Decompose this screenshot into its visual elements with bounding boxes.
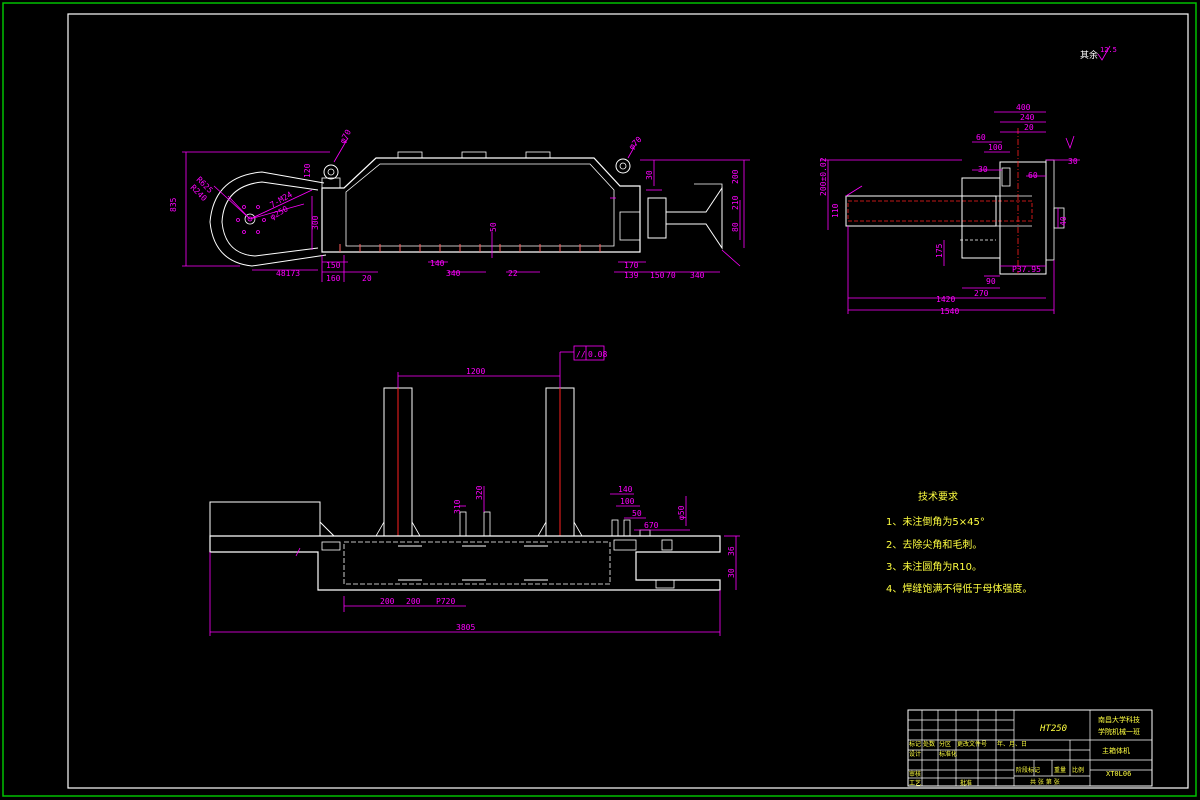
tech-notes: 技术要求 1、未注倒角为5×45° 2、去除尖角和毛刺。 3、未注圆角为R10。… <box>886 490 1032 595</box>
tb-r2c0: 审核 <box>909 770 921 778</box>
dim-210: 210 <box>731 195 740 210</box>
front-dim-200a: 200 <box>380 597 395 606</box>
dim-80: 80 <box>731 222 740 232</box>
side-dim-175: 175 <box>935 243 944 258</box>
tb-sheet: 共 张 第 张 <box>1030 778 1060 786</box>
top-view: 835 R625 R240 7-M24 φ250 120 300 150 160… <box>169 128 750 283</box>
roughness-value: 12.5 <box>1100 46 1117 54</box>
dim-300: 300 <box>311 215 320 230</box>
tb-r0c0: 标记 <box>909 740 921 748</box>
dim-22: 22 <box>508 269 518 278</box>
front-dim-p720: P720 <box>436 597 455 606</box>
dim-160: 160 <box>326 274 341 283</box>
dim-48173: 48173 <box>276 269 300 278</box>
side-dim-30b: 30 <box>1068 157 1078 166</box>
cad-drawing: 其余 12.5 835 R625 R240 7-M24 φ250 120 300… <box>2 2 1197 797</box>
side-dim-270: 270 <box>974 289 989 298</box>
side-dim-40: 40 <box>1059 216 1068 226</box>
side-dim-1540: 1540 <box>940 307 959 316</box>
dim-70: 70 <box>666 271 676 280</box>
front-dim-100: 100 <box>620 497 635 506</box>
side-dim-p3795: P37.95 <box>1012 265 1041 274</box>
tb-r0c3: 更改文件号 <box>957 740 987 748</box>
tb-r1c0: 设计 <box>909 750 921 758</box>
front-tol-val: 0.08 <box>588 350 607 359</box>
side-dim-30a: 30 <box>978 165 988 174</box>
tb-scale: 比例 <box>1072 766 1084 774</box>
dim-30: 30 <box>645 170 654 180</box>
dim-340b: 340 <box>690 271 705 280</box>
side-view: 400 240 20 60 100 30 30 60 200±0.02 110 … <box>819 103 1080 316</box>
front-dim-50: 50 <box>632 509 642 518</box>
tech-note-3: 3、未注圆角为R10。 <box>886 560 982 573</box>
dim-835: 835 <box>169 197 178 212</box>
tech-note-2: 2、去除尖角和毛刺。 <box>886 538 982 551</box>
side-dim-200tol: 200±0.02 <box>819 157 828 196</box>
dim-phi70: φ70 <box>338 128 353 145</box>
dim-150a: 150 <box>326 261 341 270</box>
dim-150b: 150 <box>650 271 665 280</box>
tb-r3c2: 批准 <box>960 779 972 787</box>
roughness-label: 其余 <box>1080 49 1098 61</box>
dim-phi70b: φ70 <box>627 135 644 152</box>
front-dim-140: 140 <box>618 485 633 494</box>
tb-part-name: 主箱体机 <box>1102 746 1130 755</box>
front-dim-310: 310 <box>453 499 462 514</box>
front-dim-36: 36 <box>727 546 736 556</box>
tech-note-4: 4、焊缝饱满不得低于母体强度。 <box>886 582 1032 595</box>
dim-200: 200 <box>731 169 740 184</box>
side-dim-240: 240 <box>1020 113 1035 122</box>
dim-170: 170 <box>624 261 639 270</box>
front-dim-670: 670 <box>644 521 659 530</box>
side-dim-20: 20 <box>1024 123 1034 132</box>
side-dim-1420: 1420 <box>936 295 955 304</box>
tb-r0c1: 处数 <box>923 740 935 748</box>
dim-340a: 340 <box>446 269 461 278</box>
tb-stage: 阶段标记 <box>1016 766 1040 774</box>
tb-school-2: 学院机械一班 <box>1098 727 1140 736</box>
front-tol-sym: // <box>576 350 586 359</box>
dim-120: 120 <box>303 163 312 178</box>
side-dim-60a: 60 <box>976 133 986 142</box>
front-dim-200b: 200 <box>406 597 421 606</box>
dim-139: 139 <box>624 271 639 280</box>
dim-20: 20 <box>362 274 372 283</box>
front-dim-30: 30 <box>727 568 736 578</box>
tech-notes-title: 技术要求 <box>918 490 958 503</box>
front-dim-320: 320 <box>475 485 484 500</box>
tb-material: HT250 <box>1039 724 1067 734</box>
side-dim-400: 400 <box>1016 103 1031 112</box>
tb-school-1: 南昌大学科技 <box>1098 715 1140 724</box>
dim-140: 140 <box>430 259 445 268</box>
front-view: 1200 // 0.08 320 310 200 200 P720 140 10… <box>209 345 740 636</box>
front-dim-phi50: φ50 <box>677 505 686 520</box>
roughness-mark: 其余 12.5 <box>1080 45 1117 61</box>
side-dim-110: 110 <box>831 203 840 218</box>
title-block: 标记 处数 分区 更改文件号 年、月、日 设计 标准化 审核 工艺 批准 阶段标… <box>907 709 1153 787</box>
front-dim-1200: 1200 <box>466 367 485 376</box>
tb-drawing-code: XT0L06 <box>1106 770 1131 778</box>
tb-weight: 重量 <box>1054 766 1066 774</box>
inner-frame <box>67 13 1189 789</box>
tech-note-1: 1、未注倒角为5×45° <box>886 515 985 528</box>
front-dim-3805: 3805 <box>456 623 475 632</box>
side-dim-100: 100 <box>988 143 1003 152</box>
tb-r0c2: 分区 <box>939 740 951 748</box>
side-dim-60b: 60 <box>1028 171 1038 180</box>
tb-r1c2: 标准化 <box>939 750 957 758</box>
tb-r0c5: 年、月、日 <box>997 740 1027 748</box>
side-dim-90: 90 <box>986 277 996 286</box>
tb-r3c0: 工艺 <box>909 779 921 787</box>
dim-50: 50 <box>489 222 498 232</box>
